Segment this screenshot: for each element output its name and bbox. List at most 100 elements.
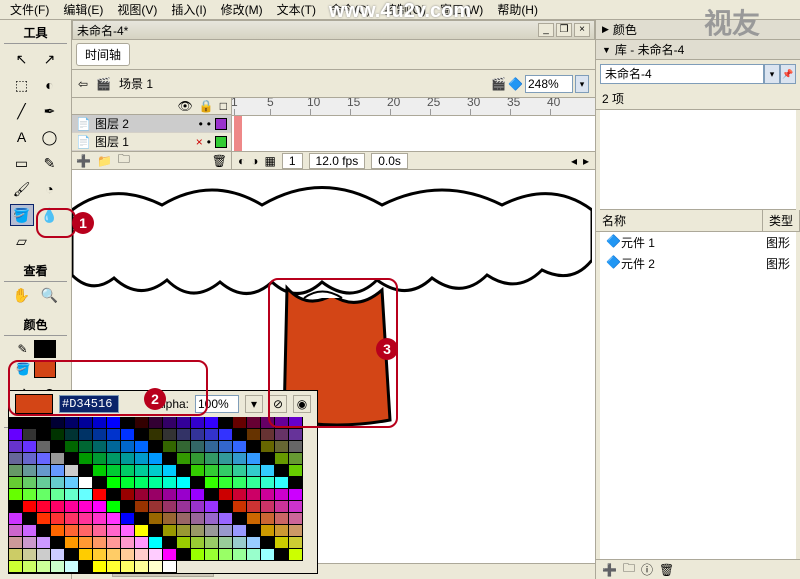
stroke-swatch[interactable] xyxy=(34,340,56,358)
color-cell[interactable] xyxy=(93,513,107,525)
color-cell[interactable] xyxy=(23,549,37,561)
color-cell[interactable] xyxy=(79,489,93,501)
color-cell[interactable] xyxy=(37,561,51,573)
color-cell[interactable] xyxy=(23,561,37,573)
color-cell[interactable] xyxy=(247,549,261,561)
color-cell[interactable] xyxy=(275,417,289,429)
color-cell[interactable] xyxy=(247,525,261,537)
color-cell[interactable] xyxy=(289,453,303,465)
color-cell[interactable] xyxy=(135,501,149,513)
color-cell[interactable] xyxy=(261,501,275,513)
color-cell[interactable] xyxy=(275,429,289,441)
color-cell[interactable] xyxy=(149,441,163,453)
color-cell[interactable] xyxy=(107,561,121,573)
color-cell[interactable] xyxy=(261,465,275,477)
pencil-tool[interactable]: ✎ xyxy=(38,152,62,174)
color-cell[interactable] xyxy=(191,441,205,453)
rectangle-tool[interactable]: ▭ xyxy=(10,152,34,174)
color-panel-header[interactable]: ▶ 颜色 xyxy=(596,20,800,40)
color-cell[interactable] xyxy=(93,501,107,513)
color-cell[interactable] xyxy=(233,549,247,561)
color-cell[interactable] xyxy=(107,417,121,429)
color-cell[interactable] xyxy=(121,501,135,513)
color-cell[interactable] xyxy=(191,429,205,441)
color-cell[interactable] xyxy=(191,549,205,561)
color-cell[interactable] xyxy=(219,513,233,525)
color-cell[interactable] xyxy=(65,561,79,573)
pen-tool[interactable]: ✒ xyxy=(38,100,62,122)
library-panel-header[interactable]: ▼ 库 - 未命名-4 xyxy=(596,40,800,60)
color-cell[interactable] xyxy=(149,561,163,573)
color-cell[interactable] xyxy=(289,537,303,549)
color-cell[interactable] xyxy=(261,417,275,429)
color-cell[interactable] xyxy=(191,537,205,549)
color-cell[interactable] xyxy=(177,525,191,537)
color-cell[interactable] xyxy=(65,525,79,537)
color-cell[interactable] xyxy=(93,417,107,429)
edit-scene-icon[interactable]: 🎬 xyxy=(491,77,506,91)
color-cell[interactable] xyxy=(177,501,191,513)
color-cell[interactable] xyxy=(121,561,135,573)
color-cell[interactable] xyxy=(51,501,65,513)
color-cell[interactable] xyxy=(289,513,303,525)
menu-window[interactable]: 窗口(W) xyxy=(434,0,489,20)
menu-view[interactable]: 视图(V) xyxy=(111,0,163,20)
color-cell[interactable] xyxy=(247,417,261,429)
color-cell[interactable] xyxy=(261,489,275,501)
color-cell[interactable] xyxy=(163,525,177,537)
color-cell[interactable] xyxy=(79,513,93,525)
color-cell[interactable] xyxy=(107,465,121,477)
color-cell[interactable] xyxy=(65,513,79,525)
menu-insert[interactable]: 插入(I) xyxy=(165,0,212,20)
color-cell[interactable] xyxy=(177,489,191,501)
properties-button[interactable]: ⓘ xyxy=(641,561,653,578)
color-cell[interactable] xyxy=(121,513,135,525)
color-cell[interactable] xyxy=(205,525,219,537)
color-cell[interactable] xyxy=(23,465,37,477)
color-cell[interactable] xyxy=(247,489,261,501)
color-cell[interactable] xyxy=(149,489,163,501)
color-cell[interactable] xyxy=(163,561,177,573)
back-icon[interactable]: ⇦ xyxy=(78,77,88,91)
color-cell[interactable] xyxy=(205,477,219,489)
close-button[interactable]: × xyxy=(574,23,590,37)
color-cell[interactable] xyxy=(51,525,65,537)
add-guide-layer-button[interactable]: 📁 xyxy=(97,154,112,168)
color-cell[interactable] xyxy=(37,417,51,429)
scroll-left-button[interactable]: ◂ xyxy=(571,154,577,168)
color-cell[interactable] xyxy=(275,441,289,453)
color-cell[interactable] xyxy=(37,429,51,441)
add-folder-button[interactable]: 🗀 xyxy=(118,150,130,171)
color-cell[interactable] xyxy=(93,477,107,489)
color-cell[interactable] xyxy=(177,417,191,429)
color-cell[interactable] xyxy=(163,537,177,549)
color-cell[interactable] xyxy=(247,465,261,477)
color-cell[interactable] xyxy=(37,549,51,561)
color-cell[interactable] xyxy=(233,441,247,453)
color-cell[interactable] xyxy=(51,441,65,453)
color-cell[interactable] xyxy=(219,501,233,513)
color-cell[interactable] xyxy=(163,477,177,489)
color-cell[interactable] xyxy=(261,477,275,489)
color-cell[interactable] xyxy=(205,501,219,513)
color-cell[interactable] xyxy=(107,549,121,561)
color-cell[interactable] xyxy=(205,513,219,525)
color-cell[interactable] xyxy=(163,465,177,477)
library-pin-button[interactable]: 📌 xyxy=(780,64,796,84)
color-cell[interactable] xyxy=(9,513,23,525)
color-cell[interactable] xyxy=(261,453,275,465)
color-cell[interactable] xyxy=(149,513,163,525)
color-cell[interactable] xyxy=(247,537,261,549)
color-cell[interactable] xyxy=(65,537,79,549)
color-cell[interactable] xyxy=(275,465,289,477)
color-cell[interactable] xyxy=(23,417,37,429)
color-cell[interactable] xyxy=(205,465,219,477)
color-cell[interactable] xyxy=(219,489,233,501)
menu-command[interactable]: 命令(C) xyxy=(324,0,377,20)
color-cell[interactable] xyxy=(163,549,177,561)
new-folder-button[interactable]: 🗀 xyxy=(623,559,635,579)
color-cell[interactable] xyxy=(93,561,107,573)
color-cell[interactable] xyxy=(135,429,149,441)
color-cell[interactable] xyxy=(135,441,149,453)
color-cell[interactable] xyxy=(275,453,289,465)
